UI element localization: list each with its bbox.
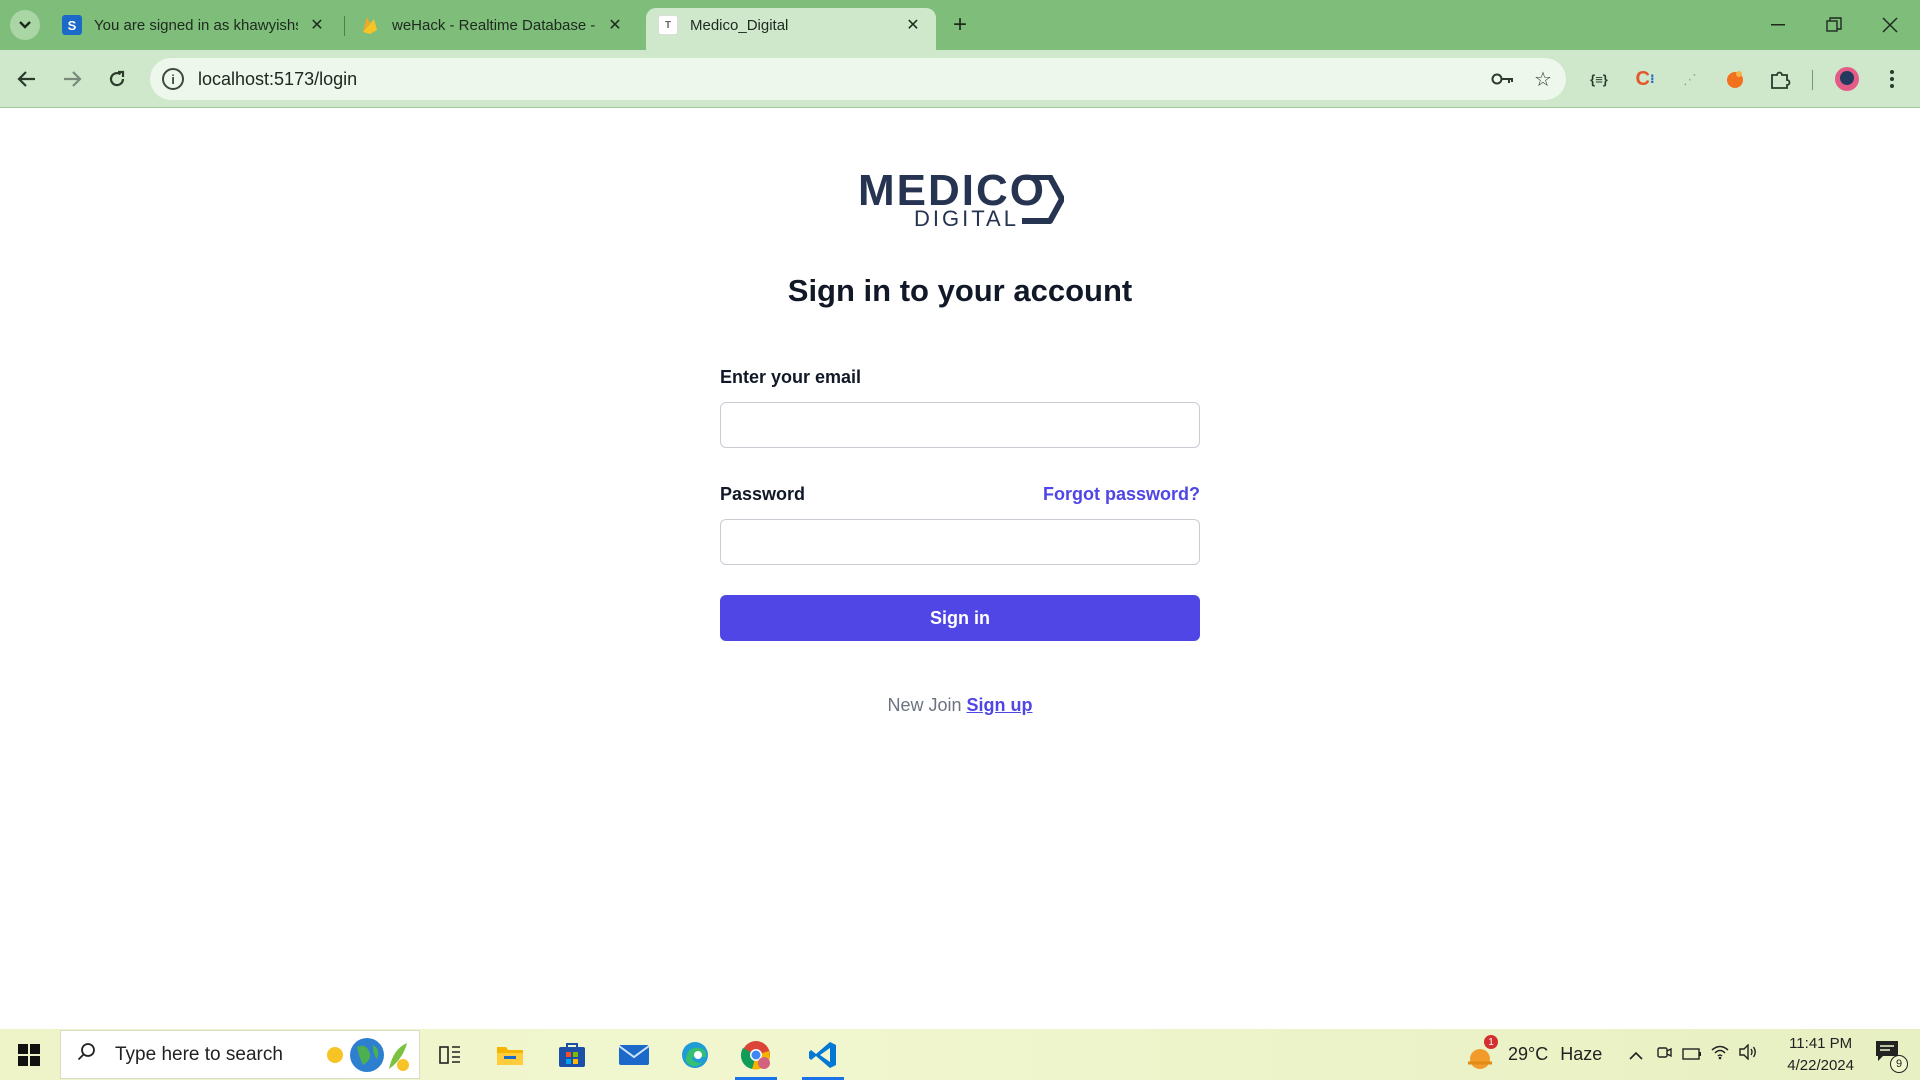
arrow-right-icon [64, 71, 82, 87]
profile-avatar[interactable] [1830, 62, 1864, 96]
battery-icon[interactable] [1678, 1044, 1706, 1065]
logo-sub-text: DIGITAL [914, 206, 1019, 231]
restore-button[interactable] [1806, 0, 1862, 50]
wifi-icon[interactable] [1706, 1044, 1734, 1065]
extension-c-icon[interactable]: C ⁝ [1628, 62, 1662, 96]
mail-icon [618, 1044, 650, 1065]
close-tab-icon[interactable]: ✕ [902, 14, 924, 36]
close-tab-icon[interactable]: ✕ [306, 14, 328, 36]
task-view-icon [439, 1045, 460, 1064]
vscode-button[interactable] [798, 1029, 848, 1080]
tab-separator [344, 16, 345, 36]
search-icon [75, 1042, 99, 1068]
microsoft-store-button[interactable] [547, 1029, 597, 1080]
reload-button[interactable] [100, 62, 134, 96]
tab-title: Medico_Digital [690, 16, 789, 34]
notification-center-button[interactable]: 9 [1874, 1039, 1908, 1073]
sign-in-button[interactable]: Sign in [720, 595, 1200, 641]
weather-temperature: 29°C [1508, 1044, 1549, 1064]
password-label: Password [720, 484, 806, 504]
minimize-button[interactable] [1750, 0, 1806, 50]
medico-digital-logo: MEDICO DIGITAL [858, 167, 1064, 231]
browser-toolbar: i localhost:5173/login ☆ {≡} C ⁝ ⋰ [0, 50, 1920, 108]
arrow-left-icon [17, 71, 35, 87]
signup-prefix-text: New Join [887, 695, 962, 715]
tab-search-button[interactable] [10, 10, 40, 40]
back-button[interactable] [10, 62, 44, 96]
site-info-icon[interactable]: i [162, 68, 184, 90]
vscode-icon [809, 1041, 836, 1068]
page-favicon-icon: T [658, 15, 678, 35]
close-tab-icon[interactable]: ✕ [604, 14, 626, 36]
tab-title: You are signed in as khawyishs [94, 16, 298, 34]
windows-logo-icon [18, 1043, 40, 1066]
browser-menu-icon[interactable] [1875, 62, 1909, 96]
tab-wehack[interactable]: weHack - Realtime Database - ✕ [348, 8, 638, 42]
minimize-icon [1771, 24, 1785, 26]
forward-button[interactable] [55, 62, 89, 96]
store-icon [559, 1042, 585, 1067]
tab-title: weHack - Realtime Database - [392, 16, 596, 34]
search-placeholder: Type here to search [115, 1043, 283, 1065]
logo-hexagon-icon [1022, 175, 1064, 224]
weather-description: Haze [1560, 1044, 1603, 1064]
url-text[interactable]: localhost:5173/login [198, 69, 1486, 90]
start-button[interactable] [0, 1029, 58, 1080]
mail-button[interactable] [609, 1029, 659, 1080]
chrome-icon [740, 1040, 770, 1070]
close-window-button[interactable] [1862, 0, 1918, 50]
extension-json-icon[interactable]: {≡} [1582, 62, 1616, 96]
login-page: MEDICO DIGITAL Sign in to your account E… [0, 109, 1920, 1029]
tab-medico-digital[interactable]: T Medico_Digital ✕ [646, 8, 936, 50]
notification-count-badge: 9 [1890, 1055, 1908, 1073]
taskbar-search[interactable]: Type here to search [60, 1030, 420, 1079]
clock-time: 11:41 PM [1789, 1035, 1853, 1052]
login-form: Enter your email Password Forgot passwor… [720, 367, 1200, 641]
file-explorer-button[interactable] [485, 1029, 535, 1080]
forgot-password-link[interactable]: Forgot password? [1043, 484, 1200, 505]
extension-orange-icon[interactable] [1718, 62, 1752, 96]
edge-icon [682, 1041, 708, 1068]
address-bar[interactable]: i localhost:5173/login ☆ [150, 58, 1566, 100]
bookmark-star-icon[interactable]: ☆ [1526, 62, 1560, 96]
taskbar-clock[interactable]: 11:41 PM 4/22/2024 [1787, 1033, 1854, 1077]
toolbar-separator [1812, 70, 1813, 90]
edge-button[interactable] [670, 1029, 720, 1080]
reload-icon [109, 70, 125, 87]
password-label-row: Password Forgot password? [720, 484, 1200, 505]
extensions-puzzle-icon[interactable] [1763, 62, 1797, 96]
firebase-icon [360, 15, 380, 35]
volume-icon[interactable] [1734, 1043, 1762, 1065]
clock-date: 4/22/2024 [1787, 1057, 1854, 1074]
windows-taskbar: Type here to search 1 29°C Haze 11:41 PM… [0, 1029, 1920, 1080]
chrome-button[interactable] [731, 1029, 781, 1080]
tab-signed-in[interactable]: S You are signed in as khawyishs ✕ [50, 8, 340, 42]
email-label: Enter your email [720, 367, 862, 387]
meet-now-icon[interactable] [1650, 1044, 1678, 1065]
new-tab-button[interactable]: + [944, 10, 976, 40]
close-icon [1882, 17, 1898, 33]
show-hidden-icons-chevron-icon[interactable] [1622, 1044, 1650, 1065]
sign-up-link[interactable]: Sign up [967, 695, 1033, 715]
password-key-icon[interactable] [1486, 62, 1520, 96]
email-field[interactable] [720, 402, 1200, 448]
weather-widget[interactable]: 1 29°C Haze [1464, 1029, 1602, 1080]
system-tray [1622, 1029, 1762, 1080]
browser-tab-bar: S You are signed in as khawyishs ✕ weHac… [0, 0, 1920, 50]
signup-prompt: New Join Sign up [0, 695, 1920, 716]
tab-favicon-s-icon: S [62, 15, 82, 35]
extension-dots-icon[interactable]: ⋰ [1673, 62, 1707, 96]
password-field[interactable] [720, 519, 1200, 565]
folder-icon [497, 1046, 523, 1065]
chevron-down-icon [19, 21, 31, 29]
restore-icon [1826, 17, 1842, 32]
page-title: Sign in to your account [787, 273, 1133, 308]
earth-day-icon [327, 1038, 409, 1072]
weather-alert-badge: 1 [1484, 1035, 1498, 1049]
task-view-button[interactable] [425, 1029, 475, 1080]
